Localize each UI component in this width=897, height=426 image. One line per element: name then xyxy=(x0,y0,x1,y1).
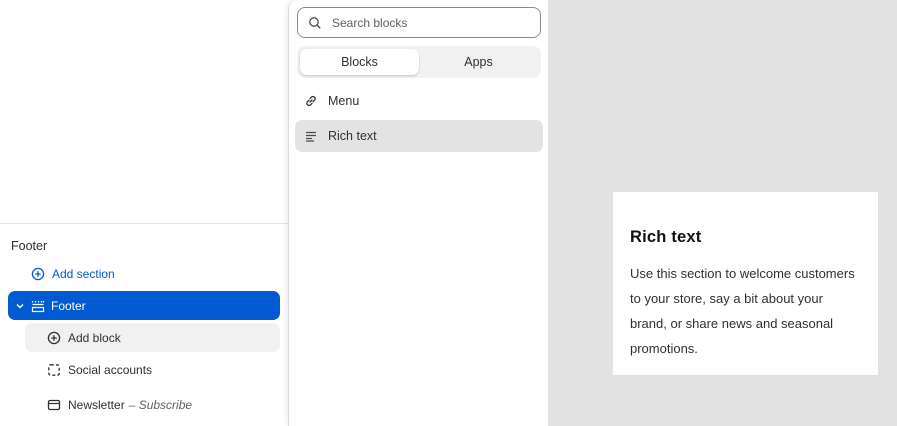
search-icon xyxy=(308,16,322,30)
add-block-label: Add block xyxy=(68,330,121,345)
sidebar: Footer Add section Footer Add block Soci… xyxy=(0,0,288,426)
block-label: Social accounts xyxy=(68,363,153,377)
footer-section-item[interactable]: Footer xyxy=(8,291,280,320)
search-field[interactable] xyxy=(297,7,541,38)
theme-editor: Footer Add section Footer Add block Soci… xyxy=(0,0,897,426)
sidebar-divider xyxy=(0,223,288,224)
plus-circle-icon xyxy=(31,267,45,281)
tab-blocks[interactable]: Blocks xyxy=(300,49,419,75)
link-icon xyxy=(304,94,318,108)
block-label: Newsletter xyxy=(68,398,125,412)
tab-apps[interactable]: Apps xyxy=(419,49,538,75)
tab-switcher: Blocks Apps xyxy=(297,46,541,78)
plus-circle-icon xyxy=(47,331,61,345)
preview-canvas: Rich text Use this section to welcome cu… xyxy=(548,0,897,426)
preview-title: Rich text xyxy=(630,228,702,246)
picker-item-rich-text[interactable]: Rich text xyxy=(295,120,543,152)
block-item-social-accounts[interactable]: Social accounts xyxy=(47,362,152,378)
footer-section-label: Footer xyxy=(51,298,86,313)
chevron-down-icon[interactable] xyxy=(15,299,25,313)
text-align-icon xyxy=(304,129,318,143)
preview-body: Use this section to welcome customers to… xyxy=(630,266,855,356)
add-section-label: Add section xyxy=(52,267,115,281)
rich-text-preview-card: Rich text Use this section to welcome cu… xyxy=(613,192,878,375)
search-input[interactable] xyxy=(330,14,534,31)
footer-layout-icon xyxy=(31,299,45,313)
picker-item-label: Menu xyxy=(328,94,360,108)
group-title: Footer xyxy=(11,239,48,253)
block-picker: Blocks Apps Menu Rich text xyxy=(288,0,549,426)
picker-item-menu[interactable]: Menu xyxy=(295,85,543,117)
add-block-button[interactable]: Add block xyxy=(25,323,280,352)
picker-item-label: Rich text xyxy=(328,129,377,143)
dashed-square-icon xyxy=(47,363,61,377)
add-section-button[interactable]: Add section xyxy=(31,266,115,282)
mail-icon xyxy=(47,398,61,412)
block-suffix: – Subscribe xyxy=(128,398,193,412)
block-item-newsletter[interactable]: Newsletter – Subscribe xyxy=(47,396,192,414)
